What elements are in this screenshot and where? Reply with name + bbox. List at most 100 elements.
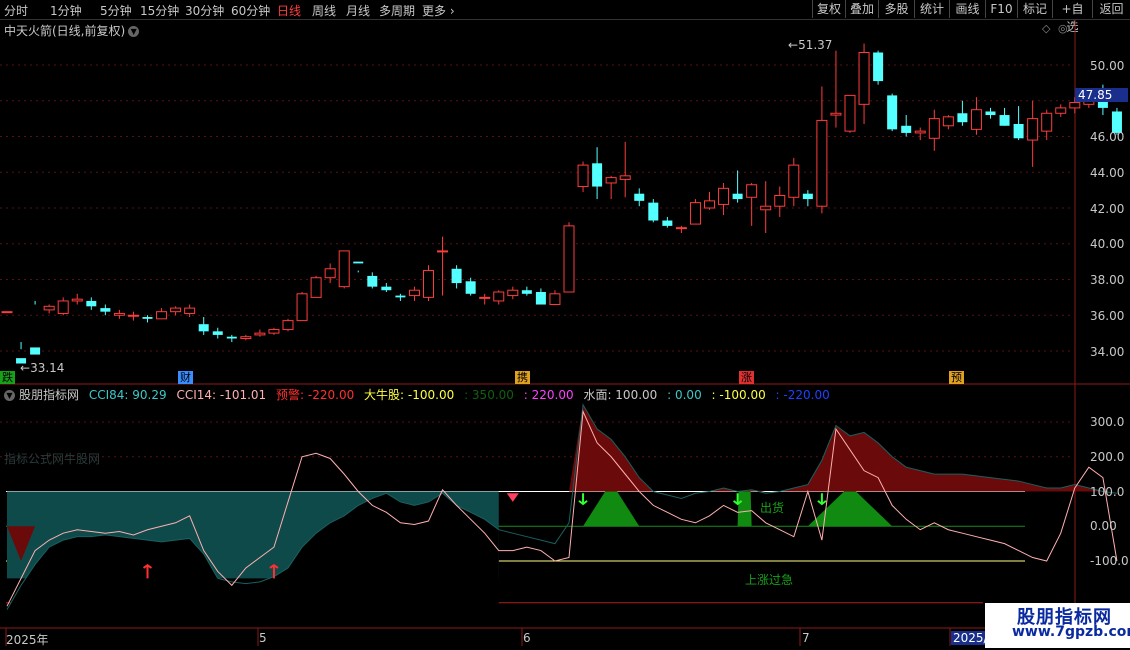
- candle-body: [830, 112, 842, 116]
- candle-body: [648, 202, 659, 221]
- high-price-label: ←51.37: [788, 38, 833, 52]
- gem-icon: [506, 493, 519, 502]
- candle-body: [465, 281, 476, 294]
- candle-body: [240, 336, 252, 339]
- candle-body: [760, 205, 772, 211]
- ind-value: : 220.00: [523, 388, 574, 402]
- overheat-label: 上涨过急: [745, 573, 794, 587]
- event-marker[interactable]: 跌: [0, 371, 15, 384]
- candle-body: [296, 293, 308, 322]
- price-tick: 42.00: [1090, 202, 1125, 216]
- ind-tick: 100.0: [1090, 485, 1125, 499]
- indicator-name[interactable]: 股朋指标网: [19, 388, 79, 402]
- candle-body: [226, 336, 237, 339]
- event-marker[interactable]: 涨: [739, 371, 754, 384]
- candle-body: [254, 332, 266, 336]
- candle-body: [999, 115, 1010, 126]
- candle-body: [957, 113, 968, 123]
- ind-value: : 350.00: [464, 388, 514, 402]
- sell-arrow-icon: [817, 493, 827, 506]
- ind-value: : 0.00: [667, 388, 702, 402]
- price-tick: 46.00: [1090, 130, 1125, 144]
- candle-body: [718, 187, 730, 205]
- x-tick: 7: [802, 631, 810, 645]
- candle-body: [970, 109, 982, 130]
- ind-tick: 0.00: [1090, 519, 1117, 533]
- candle-body: [1027, 118, 1039, 141]
- candle-body: [802, 193, 813, 200]
- chuhuo-label: 出货: [760, 501, 785, 515]
- candle-body: [577, 164, 589, 188]
- candle-body: [788, 164, 800, 198]
- candle-body: [156, 311, 168, 320]
- candle-body: [338, 250, 350, 288]
- candle-body: [353, 261, 364, 264]
- candle-body: [689, 202, 701, 225]
- candle-body: [844, 94, 856, 132]
- kline-chart[interactable]: [0, 0, 1130, 650]
- candle-body: [86, 300, 97, 307]
- candle-body: [1013, 123, 1024, 139]
- candle-body: [746, 184, 758, 198]
- candle-body: [549, 293, 561, 306]
- candle-body: [268, 329, 280, 334]
- candle-body: [170, 307, 182, 313]
- candle-body: [113, 312, 125, 316]
- chevron-down-icon[interactable]: ▼: [4, 390, 15, 401]
- candle-body: [57, 300, 69, 314]
- candle-body: [535, 292, 546, 305]
- price-tick: 36.00: [1090, 309, 1125, 323]
- candle-body: [887, 95, 898, 130]
- ind-tick: 300.0: [1090, 415, 1125, 429]
- candle-body: [675, 227, 687, 230]
- candle-body: [381, 286, 392, 291]
- candle-body: [704, 200, 715, 209]
- event-marker[interactable]: 财: [178, 371, 193, 384]
- candle-body: [43, 305, 55, 311]
- candle-body: [914, 130, 926, 134]
- event-marker[interactable]: 携: [515, 371, 530, 384]
- candle-body: [732, 193, 743, 200]
- candle-body: [437, 250, 449, 253]
- price-tick: 50.00: [1090, 59, 1125, 73]
- candle-body: [324, 268, 336, 279]
- candle-body: [451, 268, 462, 284]
- candle-body: [395, 295, 406, 298]
- candle-body: [605, 177, 617, 184]
- x-tick: 6: [523, 631, 531, 645]
- candle-body: [592, 163, 603, 187]
- candle-body: [282, 320, 294, 331]
- candle-body: [816, 119, 828, 207]
- faint-watermark-text: 指标公式网牛股网: [4, 452, 101, 466]
- candle-body: [507, 289, 519, 297]
- sell-signal-area: [807, 491, 893, 527]
- price-tick: 40.00: [1090, 237, 1125, 251]
- ind-value: : -100.00: [711, 388, 766, 402]
- sell-arrow-icon: [578, 493, 588, 506]
- candle-body: [928, 118, 940, 139]
- candle-body: [198, 324, 209, 332]
- candle-body: [212, 331, 223, 335]
- price-tick: 34.00: [1090, 345, 1125, 359]
- candle-body: [423, 270, 434, 298]
- candle-body: [873, 52, 884, 82]
- sell-signal-area: [583, 491, 640, 527]
- candle-body: [30, 347, 41, 355]
- candle-body: [127, 314, 139, 317]
- ind-tick: 200.0: [1090, 450, 1125, 464]
- candle-body: [774, 194, 786, 207]
- indicator-title-bar: ▼ 股朋指标网 CCI84: 90.29 CCI14: -101.01 预警: -…: [4, 386, 836, 403]
- candle-body: [985, 111, 996, 116]
- candle-body: [367, 275, 378, 287]
- low-price-value: 33.14: [30, 361, 65, 375]
- ind-value: CCI84: 90.29: [88, 388, 167, 402]
- event-marker[interactable]: 预: [949, 371, 964, 384]
- candle-body: [1055, 107, 1067, 114]
- ind-value: 大牛股: -100.00: [364, 388, 455, 402]
- high-price-value: 51.37: [798, 38, 833, 52]
- candle-body: [1, 311, 13, 314]
- candle-body: [71, 298, 83, 302]
- current-price-badge: 47.85: [1075, 88, 1128, 102]
- candle-body: [1069, 102, 1081, 109]
- candle-body: [901, 125, 912, 133]
